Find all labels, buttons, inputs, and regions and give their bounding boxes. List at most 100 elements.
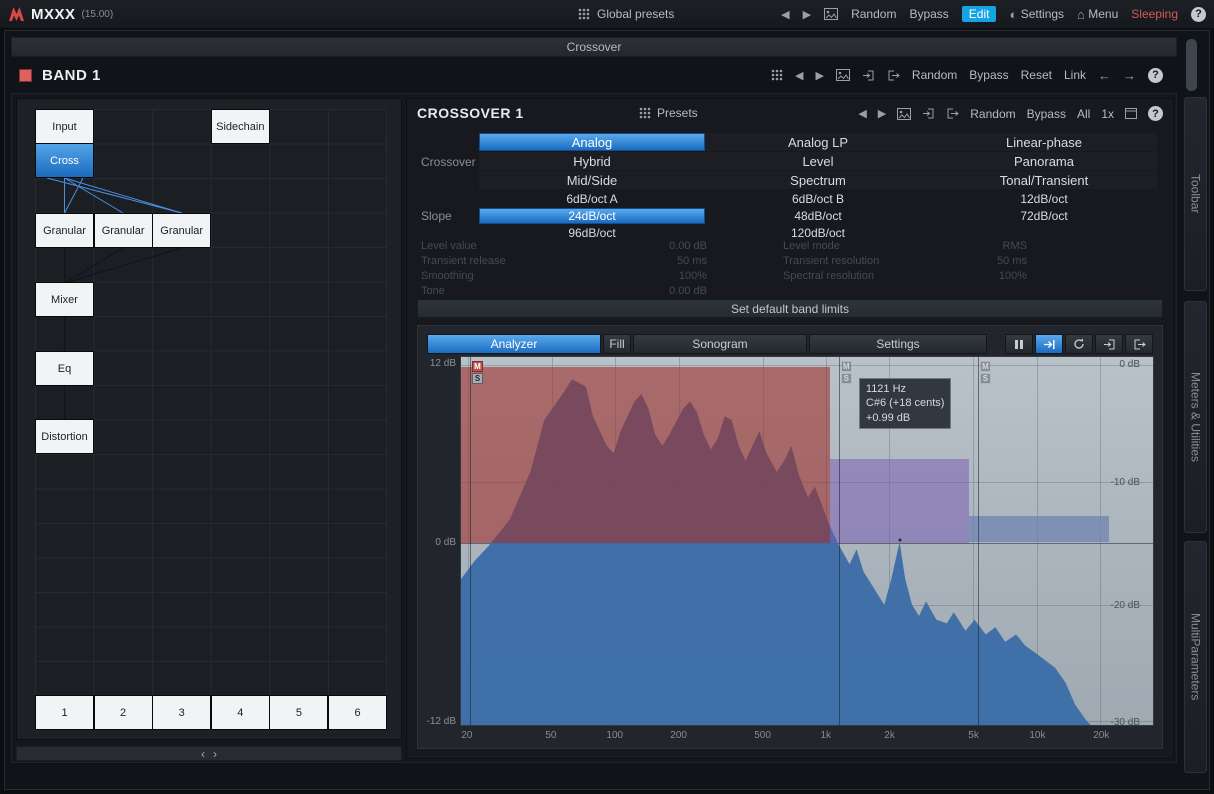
- redo-icon[interactable]: →: [1123, 68, 1136, 83]
- menu-group[interactable]: ⌂ Menu: [1077, 7, 1118, 22]
- band-slot-3[interactable]: 3: [152, 695, 211, 730]
- slot-label: 5: [296, 707, 302, 719]
- next-preset-icon[interactable]: ▶: [815, 69, 823, 82]
- tab-meters-utilities[interactable]: Meters & Utilities: [1184, 301, 1207, 533]
- slope-12[interactable]: 12dB/oct: [931, 191, 1157, 207]
- scroll-right-icon[interactable]: ›: [213, 747, 217, 761]
- prev-preset-icon[interactable]: ◀: [781, 8, 789, 21]
- prev-preset-icon[interactable]: ◀: [858, 107, 866, 120]
- node-granular-1[interactable]: Granular: [35, 213, 94, 248]
- help-icon[interactable]: ?: [1148, 106, 1163, 121]
- help-icon[interactable]: ?: [1148, 68, 1163, 83]
- next-preset-icon[interactable]: ▶: [803, 8, 811, 21]
- band-slot-2[interactable]: 2: [94, 695, 153, 730]
- node-granular-2[interactable]: Granular: [94, 213, 153, 248]
- type-mid-side[interactable]: Mid/Side: [479, 171, 705, 189]
- undo-icon[interactable]: ←: [1098, 68, 1111, 83]
- reset-button[interactable]: Reset: [1021, 68, 1052, 82]
- tab-settings[interactable]: Settings: [809, 334, 987, 354]
- sleeping-status[interactable]: Sleeping: [1131, 7, 1178, 21]
- random-button[interactable]: Random: [851, 7, 896, 21]
- type-analog[interactable]: Analog: [479, 133, 705, 151]
- mid-chip[interactable]: M: [841, 361, 852, 372]
- edit-button[interactable]: Edit: [962, 6, 997, 22]
- preset-load-icon[interactable]: [922, 107, 935, 120]
- scroll-left-icon[interactable]: ‹: [201, 747, 205, 761]
- type-hybrid[interactable]: Hybrid: [479, 152, 705, 170]
- slope-24[interactable]: 24dB/oct: [479, 208, 705, 224]
- reset-analysis-icon[interactable]: [1065, 334, 1093, 354]
- side-chip[interactable]: S: [841, 373, 852, 384]
- crossover-panel: CROSSOVER 1 Presets ◀ ▶ Random Bypass Al…: [406, 98, 1174, 759]
- bypass-button[interactable]: Bypass: [1027, 107, 1066, 121]
- node-cross-selected[interactable]: Cross: [35, 143, 94, 178]
- slope-48[interactable]: 48dB/oct: [705, 208, 931, 224]
- preset-load-icon[interactable]: [862, 69, 875, 82]
- screenshot-icon[interactable]: [897, 108, 911, 120]
- option-label: 12dB/oct: [1020, 192, 1067, 206]
- side-chip[interactable]: S: [472, 373, 483, 384]
- mid-chip[interactable]: M: [472, 361, 483, 372]
- next-preset-icon[interactable]: ▶: [878, 107, 886, 120]
- crossover-marker[interactable]: [839, 357, 840, 725]
- crossover-header-bar[interactable]: Crossover: [11, 37, 1177, 57]
- tab-analyzer[interactable]: Analyzer: [427, 334, 601, 354]
- node-sidechain[interactable]: Sidechain: [211, 109, 270, 144]
- type-analog-lp[interactable]: Analog LP: [705, 133, 931, 151]
- link-button[interactable]: Link: [1064, 68, 1086, 82]
- slope-6b[interactable]: 6dB/oct B: [705, 191, 931, 207]
- node-distortion[interactable]: Distortion: [35, 419, 94, 454]
- type-level[interactable]: Level: [705, 152, 931, 170]
- screenshot-icon[interactable]: [836, 69, 850, 81]
- type-linear-phase[interactable]: Linear-phase: [931, 133, 1157, 151]
- global-presets-button[interactable]: Global presets: [597, 7, 674, 21]
- tab-multiparameters[interactable]: MultiParameters: [1184, 541, 1207, 773]
- band-slot-4[interactable]: 4: [211, 695, 270, 730]
- detach-window-icon[interactable]: [1125, 108, 1137, 119]
- grid-icon[interactable]: [771, 69, 783, 81]
- bypass-button[interactable]: Bypass: [969, 68, 1008, 82]
- bypass-button[interactable]: Bypass: [909, 7, 948, 21]
- normalize-icon[interactable]: [1035, 334, 1063, 354]
- screenshot-icon[interactable]: [824, 8, 838, 20]
- mid-chip[interactable]: M: [980, 361, 991, 372]
- analyzer-plot[interactable]: 0 dB -10 dB -20 dB -30 dB 1121 Hz C#6 (+…: [460, 356, 1154, 726]
- node-mixer[interactable]: Mixer: [35, 282, 94, 317]
- band-slot-6[interactable]: 6: [328, 695, 387, 730]
- set-default-band-limits-button[interactable]: Set default band limits: [417, 299, 1163, 318]
- tab-sonogram[interactable]: Sonogram: [633, 334, 807, 354]
- preset-load-icon[interactable]: [1095, 334, 1123, 354]
- preset-save-icon[interactable]: [1125, 334, 1153, 354]
- tab-toolbar[interactable]: Toolbar: [1184, 97, 1207, 291]
- type-spectrum[interactable]: Spectrum: [705, 171, 931, 189]
- random-button[interactable]: Random: [970, 107, 1015, 121]
- node-granular-3[interactable]: Granular: [152, 213, 211, 248]
- crossover-marker[interactable]: [470, 357, 471, 725]
- prev-preset-icon[interactable]: ◀: [795, 69, 803, 82]
- help-icon[interactable]: ?: [1191, 7, 1206, 22]
- pause-icon[interactable]: [1005, 334, 1033, 354]
- settings-group[interactable]: ◐ Settings: [1009, 7, 1064, 22]
- slope-72[interactable]: 72dB/oct: [931, 208, 1157, 224]
- crossover-marker[interactable]: [978, 357, 979, 725]
- scrollbar-thumb[interactable]: [1186, 39, 1197, 91]
- slope-6a[interactable]: 6dB/oct A: [479, 191, 705, 207]
- tab-fill[interactable]: Fill: [603, 334, 631, 354]
- all-button[interactable]: All: [1077, 107, 1090, 121]
- oversampling-button[interactable]: 1x: [1101, 107, 1114, 121]
- preset-save-icon[interactable]: [946, 107, 959, 120]
- side-chip[interactable]: S: [980, 373, 991, 384]
- band-slot-5[interactable]: 5: [269, 695, 328, 730]
- graph-scrollbar[interactable]: ‹ ›: [16, 746, 402, 761]
- preset-save-icon[interactable]: [887, 69, 900, 82]
- node-input[interactable]: Input: [35, 109, 94, 144]
- node-eq[interactable]: Eq: [35, 351, 94, 386]
- type-panorama[interactable]: Panorama: [931, 152, 1157, 170]
- random-button[interactable]: Random: [912, 68, 957, 82]
- slope-96[interactable]: 96dB/oct: [479, 225, 705, 241]
- band-color-swatch[interactable]: [19, 69, 32, 82]
- presets-button[interactable]: Presets: [639, 106, 698, 120]
- type-tonal-transient[interactable]: Tonal/Transient: [931, 171, 1157, 189]
- band-slot-1[interactable]: 1: [35, 695, 94, 730]
- slope-120[interactable]: 120dB/oct: [705, 225, 931, 241]
